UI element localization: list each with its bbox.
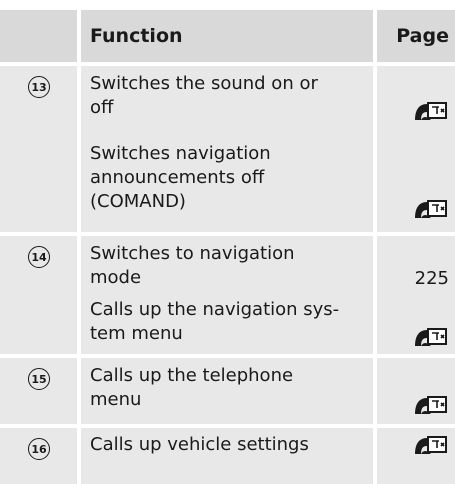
book-reference-icon	[415, 200, 447, 218]
book-reference-icon	[415, 102, 447, 120]
header-page-cell: Page	[377, 10, 455, 62]
callout-number: 16	[28, 438, 50, 460]
function-text: Calls up the telephone	[90, 365, 294, 386]
function-text: Switches to navigation	[90, 243, 295, 264]
book-reference-icon	[415, 328, 447, 346]
header-page-label: Page	[396, 25, 449, 47]
function-text: menu	[90, 389, 142, 410]
callout-number: 14	[28, 246, 50, 268]
header-number-cell	[0, 10, 77, 62]
table-row: 14 Switches to navigation mode Calls up …	[0, 236, 455, 354]
table-row: 15 Calls up the telephone menu	[0, 358, 455, 424]
page-number: 225	[414, 268, 449, 289]
table-row: 13 Switches the sound on or off Switches…	[0, 66, 455, 232]
function-text: off	[90, 97, 114, 118]
function-text: Switches navigation	[90, 143, 271, 164]
table-row: 16 Calls up vehicle settings	[0, 428, 455, 484]
callout-number: 13	[28, 76, 50, 98]
function-text: Switches the sound on or	[90, 73, 318, 94]
book-reference-icon	[415, 436, 447, 454]
table-header: Function Page	[0, 10, 455, 62]
function-text: Calls up the navigation sys-	[90, 299, 340, 320]
function-text: announcements off	[90, 167, 265, 188]
function-text: Calls up vehicle settings	[90, 434, 309, 455]
function-text: mode	[90, 267, 142, 288]
header-function-label: Function	[90, 25, 183, 47]
function-text: tem menu	[90, 323, 183, 344]
header-function-cell: Function	[81, 10, 373, 62]
function-text: (COMAND)	[90, 191, 186, 212]
book-reference-icon	[415, 396, 447, 414]
callout-number: 15	[28, 368, 50, 390]
